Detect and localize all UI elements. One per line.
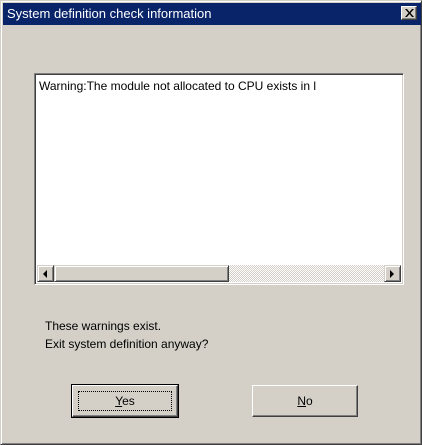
no-button[interactable]: No [252, 385, 358, 417]
confirmation-message: These warnings exist. Exit system defini… [45, 317, 208, 353]
no-button-label: No [297, 394, 312, 408]
warnings-listbox[interactable]: Warning:The module not allocated to CPU … [34, 73, 404, 285]
list-item[interactable]: Warning:The module not allocated to CPU … [39, 78, 316, 94]
arrow-right-icon [390, 270, 394, 278]
title-bar[interactable]: System definition check information [3, 3, 421, 25]
message-line-1: These warnings exist. [45, 319, 162, 333]
no-label-rest: o [305, 394, 313, 408]
arrow-left-icon [43, 270, 47, 278]
yes-button[interactable]: Yes [71, 384, 179, 418]
scrollbar-thumb[interactable] [54, 265, 229, 282]
close-button[interactable] [401, 6, 417, 20]
scroll-left-button[interactable] [37, 265, 54, 282]
no-mnemonic: N [297, 394, 306, 408]
horizontal-scrollbar[interactable] [37, 265, 401, 282]
focus-rectangle [78, 391, 172, 411]
message-line-2: Exit system definition anyway? [45, 337, 209, 351]
scroll-right-button[interactable] [384, 265, 401, 282]
dialog-window: System definition check information Warn… [0, 0, 422, 445]
window-title: System definition check information [7, 6, 212, 21]
close-icon [405, 9, 414, 17]
